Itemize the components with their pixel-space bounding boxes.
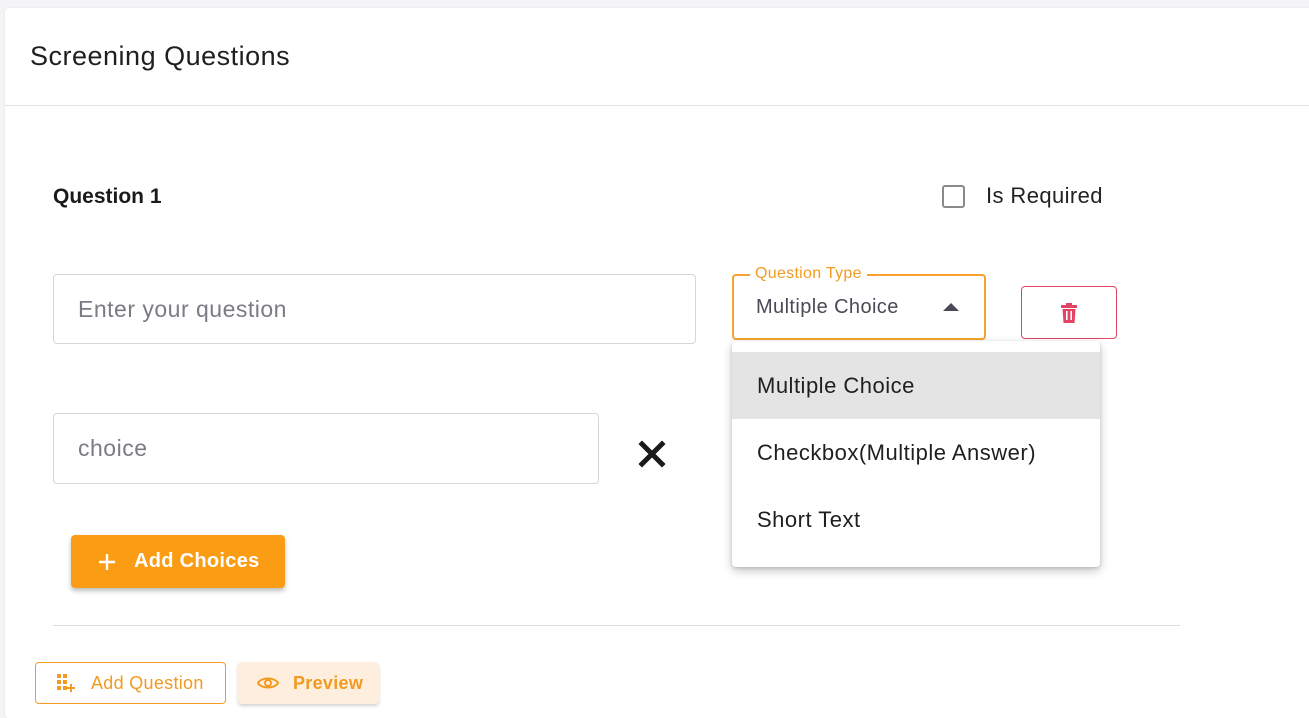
add-question-label: Add Question bbox=[91, 672, 204, 693]
choice-input-placeholder: choice bbox=[78, 435, 148, 461]
question-type-value: Multiple Choice bbox=[756, 296, 899, 318]
plus-icon bbox=[99, 553, 115, 570]
add-choices-label: Add Choices bbox=[134, 550, 260, 572]
menu-item-multiple-choice[interactable]: Multiple Choice bbox=[732, 352, 1100, 419]
preview-label: Preview bbox=[293, 672, 364, 693]
card-header: Screening Questions bbox=[5, 8, 1309, 106]
screening-questions-card: Screening Questions Question 1 Is Requir… bbox=[5, 8, 1309, 718]
is-required-toggle[interactable]: Is Required bbox=[942, 182, 1103, 210]
is-required-label: Is Required bbox=[986, 183, 1103, 208]
menu-item-label: Checkbox(Multiple Answer) bbox=[757, 439, 1037, 465]
caret-up-icon bbox=[943, 303, 959, 311]
question-type-select[interactable]: Question Type Multiple Choice bbox=[732, 265, 986, 340]
section-divider bbox=[53, 625, 1180, 626]
add-grid-icon bbox=[57, 674, 75, 692]
choice-input[interactable]: choice bbox=[53, 413, 599, 484]
menu-item-checkbox-multiple-answer[interactable]: Checkbox(Multiple Answer) bbox=[732, 419, 1100, 486]
question-type-legend: Question Type bbox=[750, 265, 867, 283]
question-input-placeholder: Enter your question bbox=[78, 295, 287, 322]
question-label: Question 1 bbox=[53, 185, 162, 208]
menu-item-short-text[interactable]: Short Text bbox=[732, 486, 1100, 553]
trash-icon bbox=[1061, 302, 1077, 323]
eye-icon bbox=[256, 677, 280, 689]
menu-item-label: Short Text bbox=[757, 506, 861, 532]
close-icon[interactable] bbox=[638, 440, 666, 468]
question-input[interactable]: Enter your question bbox=[53, 274, 696, 344]
is-required-checkbox[interactable] bbox=[942, 184, 965, 208]
question-type-menu: Multiple Choice Checkbox(Multiple Answer… bbox=[732, 341, 1100, 567]
delete-question-button[interactable] bbox=[1021, 286, 1117, 339]
preview-button[interactable]: Preview bbox=[238, 662, 379, 704]
add-question-button[interactable]: Add Question bbox=[35, 662, 226, 704]
add-choices-button[interactable]: Add Choices bbox=[71, 535, 285, 588]
menu-item-label: Multiple Choice bbox=[757, 372, 915, 398]
page-title: Screening Questions bbox=[30, 41, 291, 71]
